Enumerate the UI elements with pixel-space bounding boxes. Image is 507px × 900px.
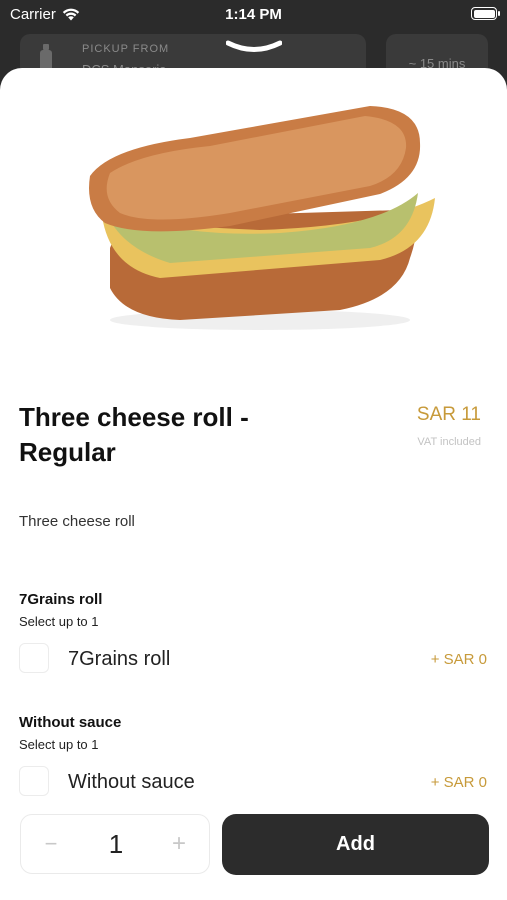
chevron-down-icon[interactable] [226, 40, 282, 54]
product-title: Three cheese roll - Regular [19, 402, 249, 467]
battery-icon [471, 7, 500, 20]
option-price-7grains: + SAR 0 [430, 651, 487, 668]
vat-note: VAT included [417, 436, 481, 448]
add-to-cart-button[interactable]: Add [222, 814, 489, 875]
option-checkbox-7grains[interactable] [19, 643, 49, 673]
decrease-quantity-button[interactable]: − [35, 829, 67, 859]
option-checkbox-without-sauce[interactable] [19, 766, 49, 796]
product-image [89, 106, 435, 330]
increase-quantity-button[interactable]: + [163, 829, 195, 859]
option-price-without-sauce: + SAR 0 [430, 774, 487, 791]
option-label-7grains[interactable]: 7Grains roll [68, 648, 170, 671]
status-time: 1:14 PM [225, 6, 282, 23]
status-bar: Carrier 1:14 PM [0, 0, 507, 30]
product-sheet: Three cheese roll - Regular SAR 11 VAT i… [0, 68, 507, 900]
product-description: Three cheese roll [19, 513, 135, 530]
option-label-without-sauce[interactable]: Without sauce [68, 771, 195, 794]
option-group-subtitle: Select up to 1 [19, 614, 99, 629]
quantity-stepper: − 1 + [20, 814, 210, 874]
quantity-value: 1 [108, 829, 124, 859]
product-price: SAR 11 [416, 404, 481, 425]
option-group-title: 7Grains roll [19, 591, 103, 608]
option-group-title: Without sauce [19, 714, 122, 731]
option-group-subtitle: Select up to 1 [19, 737, 99, 752]
pickup-label: PICKUP FROM [82, 43, 170, 55]
